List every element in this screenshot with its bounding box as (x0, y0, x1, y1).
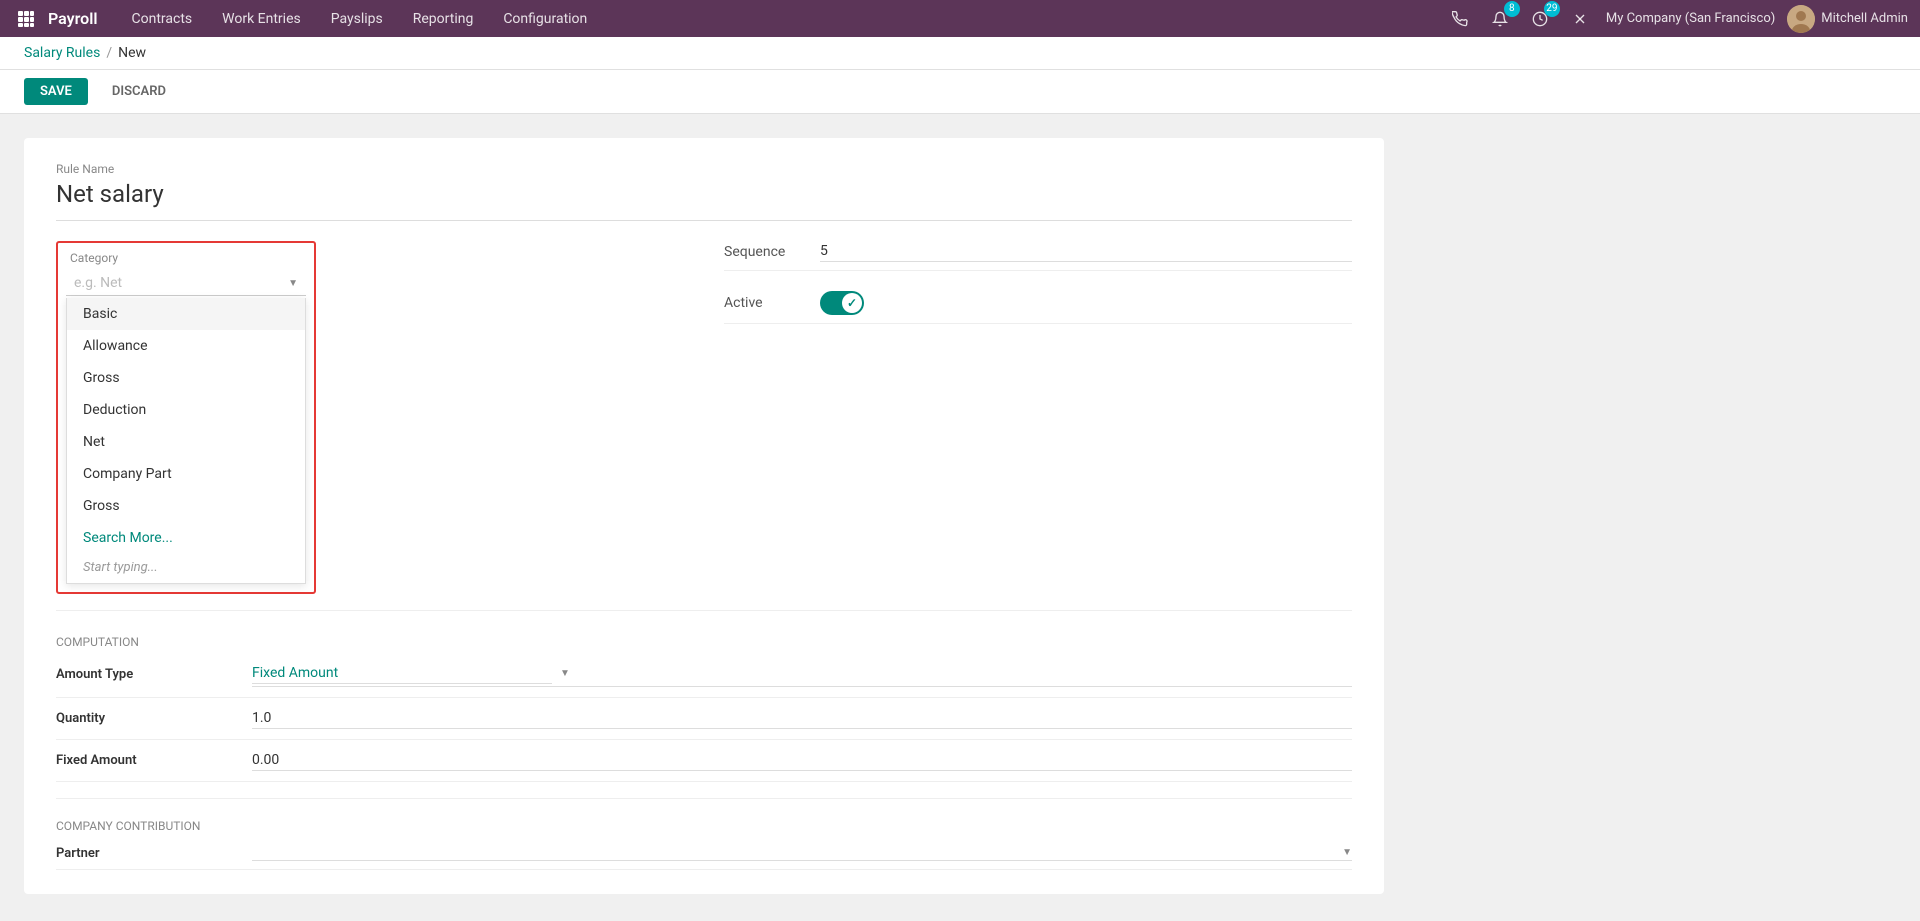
dropdown-search-more[interactable]: Search More... (67, 522, 305, 554)
amount-type-select[interactable]: Fixed Amount ▼ (252, 661, 1352, 687)
breadcrumb-current: New (118, 45, 146, 61)
category-dropdown-list: Basic Allowance Gross Deduction Net Comp… (66, 298, 306, 584)
quantity-label: Quantity (56, 711, 236, 726)
dropdown-item-basic[interactable]: Basic (67, 298, 305, 330)
company-contribution-title: Company Contribution (56, 819, 1352, 833)
partner-dropdown-arrow: ▼ (1342, 847, 1352, 858)
sequence-field: Sequence 5 (724, 241, 1352, 271)
fixed-amount-value[interactable]: 0.00 (252, 750, 1352, 771)
dropdown-item-allowance[interactable]: Allowance (67, 330, 305, 362)
notification-icon-btn[interactable]: 8 (1486, 5, 1514, 33)
topnav: Payroll Contracts Work Entries Payslips … (0, 0, 1920, 37)
form-right-col: Sequence 5 Active ✓ (724, 241, 1352, 594)
user-name: Mitchell Admin (1821, 11, 1908, 26)
partner-label: Partner (56, 846, 236, 861)
quantity-value[interactable]: 1.0 (252, 708, 1352, 729)
form-card: Rule Name Net salary Category e.g. Net ▼… (24, 138, 1384, 894)
active-field: Active ✓ (724, 291, 1352, 324)
amount-type-label: Amount Type (56, 667, 236, 682)
quantity-field: Quantity 1.0 (56, 708, 1352, 740)
activity-icon-btn[interactable]: 29 (1526, 5, 1554, 33)
activity-badge: 29 (1544, 1, 1560, 17)
rule-name-value[interactable]: Net salary (56, 180, 1352, 221)
toggle-knob: ✓ (842, 293, 862, 313)
breadcrumb-separator: / (106, 45, 112, 61)
topnav-menu: Contracts Work Entries Payslips Reportin… (118, 7, 1446, 31)
breadcrumb: Salary Rules / New (24, 45, 1896, 61)
action-bar: SAVE DISCARD (0, 70, 1920, 114)
nav-reporting[interactable]: Reporting (399, 7, 488, 31)
category-dropdown-arrow: ▼ (288, 278, 298, 289)
section-divider-2 (56, 798, 1352, 799)
form-top-row: Category e.g. Net ▼ Basic Allowance Gros… (56, 241, 1352, 594)
company-name[interactable]: My Company (San Francisco) (1606, 11, 1775, 26)
section-divider-1 (56, 610, 1352, 611)
dropdown-item-gross1[interactable]: Gross (67, 362, 305, 394)
dropdown-item-net[interactable]: Net (67, 426, 305, 458)
user-menu[interactable]: Mitchell Admin (1787, 5, 1908, 33)
nav-contracts[interactable]: Contracts (118, 7, 207, 31)
toggle-check-icon: ✓ (847, 296, 857, 310)
category-select[interactable]: e.g. Net ▼ (66, 271, 306, 296)
nav-payslips[interactable]: Payslips (317, 7, 397, 31)
phone-icon-btn[interactable] (1446, 5, 1474, 33)
grid-icon[interactable] (12, 5, 40, 33)
category-container: Category e.g. Net ▼ Basic Allowance Gros… (56, 241, 316, 594)
topnav-right: 8 29 My Company (San Francisco) (1446, 5, 1908, 33)
sequence-value[interactable]: 5 (820, 241, 1352, 262)
category-label: Category (66, 251, 306, 267)
page-header: Salary Rules / New (0, 37, 1920, 70)
partner-field: Partner ▼ (56, 845, 1352, 870)
amount-type-value: Fixed Amount (252, 663, 552, 684)
nav-configuration[interactable]: Configuration (489, 7, 601, 31)
active-label: Active (724, 295, 804, 311)
company-contribution-section: Company Contribution Partner ▼ (56, 819, 1352, 870)
notification-badge: 8 (1504, 1, 1520, 17)
dropdown-item-gross2[interactable]: Gross (67, 490, 305, 522)
fixed-amount-field: Fixed Amount 0.00 (56, 750, 1352, 782)
form-left-col: Category e.g. Net ▼ Basic Allowance Gros… (56, 241, 684, 594)
sequence-label: Sequence (724, 244, 804, 260)
amount-type-field: Amount Type Fixed Amount ▼ (56, 661, 1352, 698)
save-button[interactable]: SAVE (24, 78, 88, 105)
computation-title: Computation (56, 635, 1352, 649)
discard-button[interactable]: DISCARD (96, 78, 182, 105)
dropdown-start-typing: Start typing... (67, 554, 305, 583)
rule-name-label: Rule Name (56, 162, 1352, 176)
app-brand: Payroll (48, 9, 98, 28)
nav-work-entries[interactable]: Work Entries (208, 7, 315, 31)
dropdown-item-deduction[interactable]: Deduction (67, 394, 305, 426)
category-placeholder: e.g. Net (74, 275, 280, 291)
computation-section: Computation Amount Type Fixed Amount ▼ Q… (56, 635, 1352, 782)
partner-select[interactable]: ▼ (252, 845, 1352, 861)
close-icon-btn[interactable] (1566, 5, 1594, 33)
dropdown-item-company-part[interactable]: Company Part (67, 458, 305, 490)
fixed-amount-label: Fixed Amount (56, 753, 236, 768)
amount-type-arrow: ▼ (560, 668, 570, 679)
avatar (1787, 5, 1815, 33)
active-toggle[interactable]: ✓ (820, 291, 864, 315)
breadcrumb-parent[interactable]: Salary Rules (24, 45, 100, 61)
main-content: Rule Name Net salary Category e.g. Net ▼… (0, 114, 1920, 918)
